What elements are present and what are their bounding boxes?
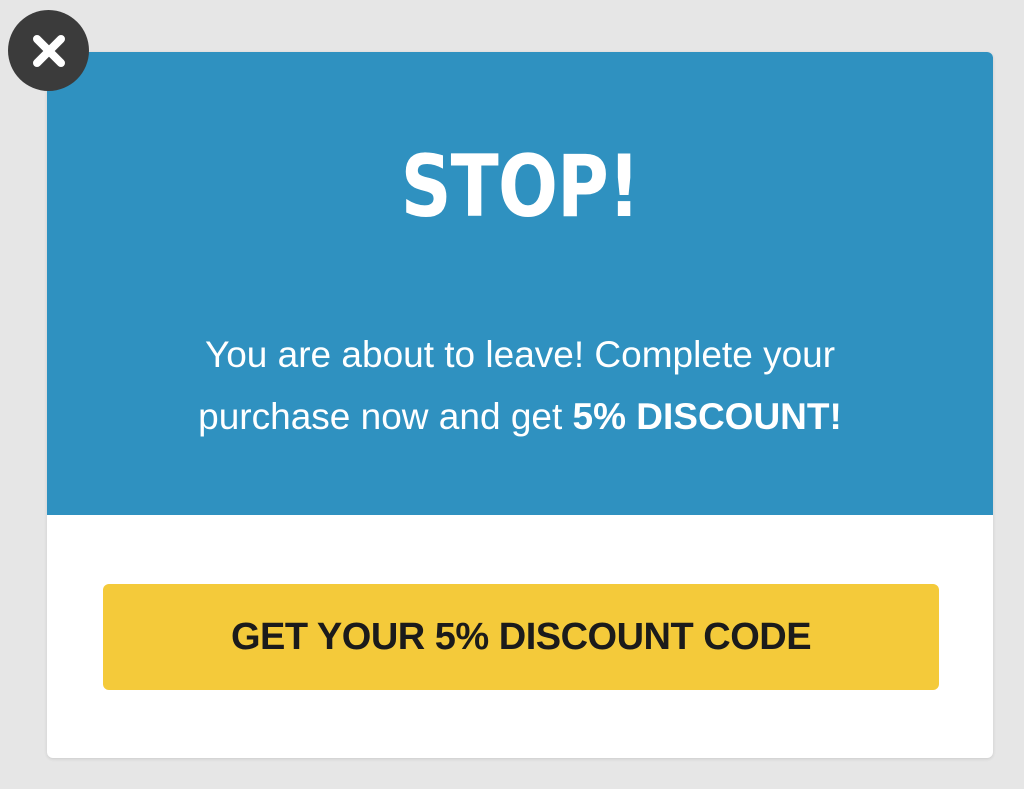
get-discount-code-button[interactable]: GET YOUR 5% DISCOUNT CODE [103, 584, 939, 690]
popup-message-line-2: purchase now and get 5% DISCOUNT! [47, 386, 993, 448]
exit-intent-overlay: STOP! You are about to leave! Complete y… [0, 0, 1024, 789]
popup-message: You are about to leave! Complete your pu… [47, 324, 993, 448]
popup-message-line-1: You are about to leave! Complete your [204, 334, 836, 375]
popup-header-panel: STOP! You are about to leave! Complete y… [47, 52, 993, 515]
popup-message-line-2-text: purchase now and get [198, 396, 573, 437]
discount-popup: STOP! You are about to leave! Complete y… [47, 52, 993, 758]
discount-emphasis: 5% DISCOUNT! [572, 396, 842, 437]
close-popup-button[interactable] [8, 10, 89, 91]
popup-headline: STOP! [400, 137, 640, 237]
close-icon [29, 31, 69, 71]
